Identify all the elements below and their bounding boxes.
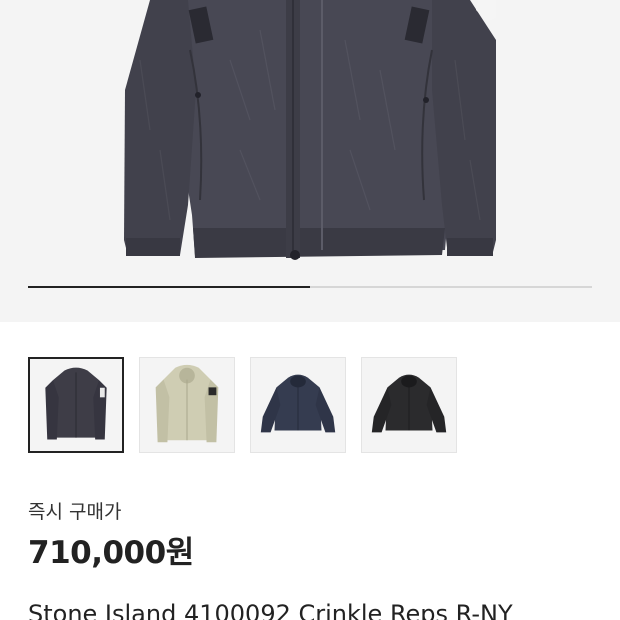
product-image-carousel[interactable] <box>0 0 620 322</box>
thumb-black-jacket[interactable] <box>361 357 457 453</box>
thumb-navy-jacket[interactable] <box>250 357 346 453</box>
instant-buy-price-value: 710,000원 <box>28 535 194 571</box>
jacket-thumbnail-icon <box>155 364 219 443</box>
carousel-progress-track <box>28 286 592 288</box>
instant-buy-price-label: 즉시 구매가 <box>28 501 122 523</box>
jacket-thumbnail-icon <box>371 374 447 433</box>
jacket-main-image <box>124 0 496 260</box>
thumb-dark-grey-jacket[interactable] <box>28 357 124 453</box>
jacket-thumbnail-icon <box>260 374 336 433</box>
carousel-progress-fill <box>28 286 310 288</box>
product-title: Stone Island 4100092 Crinkle Reps R-NY <box>28 600 513 620</box>
thumbnail-strip <box>28 357 457 453</box>
thumb-beige-jacket[interactable] <box>139 357 235 453</box>
jacket-thumbnail-icon <box>45 367 107 440</box>
